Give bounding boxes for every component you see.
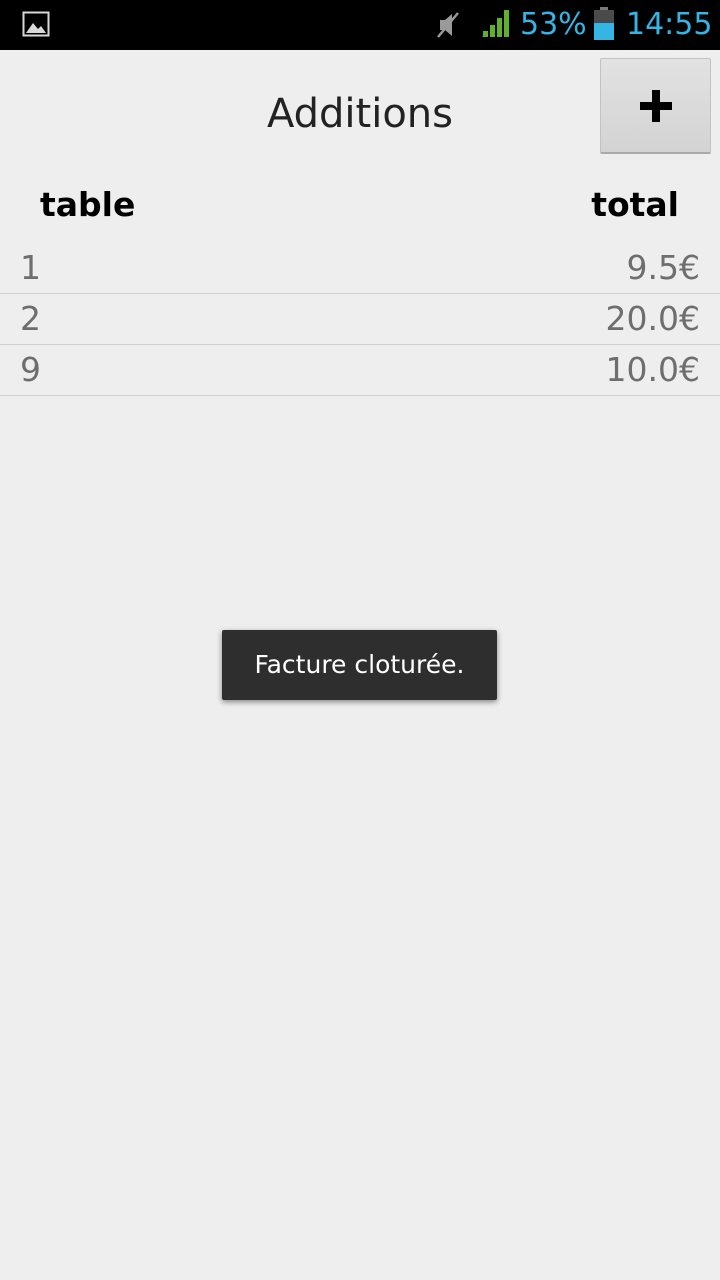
additions-list: 1 9.5€ 2 20.0€ 9 10.0€ <box>0 243 720 396</box>
column-header-total: total <box>591 185 679 224</box>
status-clock: 14:55 <box>626 7 713 42</box>
signal-strength-icon <box>482 10 509 37</box>
list-item[interactable]: 1 9.5€ <box>0 243 720 294</box>
total-amount: 9.5€ <box>626 248 700 287</box>
plus-icon <box>639 89 672 122</box>
table-number: 2 <box>20 299 41 338</box>
battery-percent: 53% <box>520 7 587 42</box>
table-number: 1 <box>20 248 41 287</box>
toast-message: Facture cloturée. <box>222 630 497 700</box>
list-item[interactable]: 9 10.0€ <box>0 345 720 396</box>
total-amount: 20.0€ <box>605 299 700 338</box>
add-button[interactable] <box>600 58 711 154</box>
image-notification-icon <box>22 11 50 37</box>
battery-icon <box>594 7 614 40</box>
total-amount: 10.0€ <box>605 350 700 389</box>
list-item[interactable]: 2 20.0€ <box>0 294 720 345</box>
status-bar: 53% 14:55 <box>0 0 720 50</box>
table-number: 9 <box>20 350 41 389</box>
column-header-table: table <box>40 185 136 224</box>
muted-speaker-icon <box>437 12 459 38</box>
